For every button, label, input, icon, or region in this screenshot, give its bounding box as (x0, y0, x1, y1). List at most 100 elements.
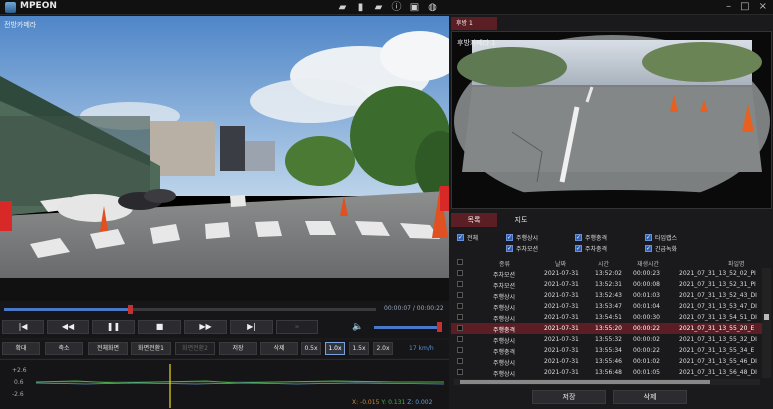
table-row[interactable]: 주차모션 2021-07-31 13:52:31 00:00:08 2021_07_31… (451, 279, 763, 290)
cell-time: 13:53:47 (595, 303, 622, 310)
prev-file-button[interactable]: |◀ (2, 320, 44, 334)
check-icon: ✓ (645, 245, 652, 252)
g-sensor-readout: X: -0.015 Y: 0.131 Z: 0.002 (352, 399, 432, 406)
speed-2-0x-button[interactable]: 2.0x (373, 342, 393, 355)
filter-parking-impact[interactable]: ✓ 주차충격 (575, 244, 607, 253)
cell-type: 주행상시 (493, 316, 516, 323)
close-icon[interactable]: × (759, 1, 767, 12)
table-row[interactable]: 주행상시 2021-07-31 13:55:32 00:00:02 2021_07_31… (451, 334, 763, 345)
speed-1-5x-button[interactable]: 1.5x (349, 342, 369, 355)
seek-bar[interactable] (4, 305, 376, 314)
row-checkbox[interactable] (457, 270, 463, 276)
volume-thumb[interactable] (437, 322, 442, 332)
seek-progress (4, 308, 131, 311)
display-icon[interactable]: ▣ (409, 2, 420, 13)
folder-settings-icon[interactable]: ▰ (373, 2, 384, 13)
table-row[interactable]: 주행상시 2021-07-31 13:55:46 00:01:02 2021_07_31… (451, 356, 763, 367)
tab-map[interactable]: 지도 (497, 213, 545, 227)
tool-row: 확대 축소 전체화면 화면전환1 화면전환2 저장 삭제 0.5x 1.0x 1… (0, 340, 449, 358)
table-row[interactable]: 주행상시 2021-07-31 13:54:51 00:00:30 2021_07_31… (451, 312, 763, 323)
front-camera-view[interactable]: 전방카메라 (0, 16, 449, 301)
g-sensor-graph[interactable]: +2.6 0.6 -2.6 X: -0.015 Y: 0.131 Z: 0.00… (0, 359, 449, 409)
row-checkbox[interactable] (457, 336, 463, 342)
table-row[interactable]: 주차모션 2021-07-31 13:52:02 00:00:23 2021_07_31… (451, 268, 763, 279)
cell-duration: 00:01:05 (633, 369, 660, 376)
screen-switch-1-button[interactable]: 화면전환1 (131, 342, 171, 355)
row-checkbox[interactable] (457, 281, 463, 287)
row-checkbox[interactable] (457, 347, 463, 353)
sd-card-icon[interactable]: ▮ (355, 2, 366, 13)
skip-button[interactable]: » (276, 320, 318, 334)
volume-icon[interactable]: 🔈 (352, 322, 363, 332)
seek-thumb[interactable] (128, 305, 134, 314)
row-checkbox[interactable] (457, 314, 463, 320)
list-tabs: 목록 지도 (451, 213, 772, 227)
fullscreen-button[interactable]: 전체화면 (88, 342, 128, 355)
table-row[interactable]: 주행충격 2021-07-31 13:55:34 00:00:22 2021_07_31… (451, 345, 763, 356)
row-checkbox[interactable] (457, 369, 463, 375)
cell-time: 13:52:02 (595, 270, 622, 277)
tab-rear-1[interactable]: 후방 1 (451, 17, 497, 30)
screen-switch-2-button[interactable]: 화면전환2 (175, 342, 215, 355)
info-icon[interactable]: ⓘ (391, 2, 402, 13)
rewind-button[interactable]: ◀◀ (47, 320, 89, 334)
header-duration[interactable]: 재생시간 (637, 259, 659, 268)
select-all-checkbox[interactable] (457, 259, 463, 265)
check-icon: ✓ (457, 234, 464, 241)
cell-filename: 2021_07_31_13_55_34_E (679, 347, 755, 354)
header-filename[interactable]: 파일명 (728, 259, 745, 268)
next-file-button[interactable]: ▶| (230, 320, 273, 334)
header-time[interactable]: 시간 (598, 259, 609, 268)
cell-type: 주차모션 (493, 283, 516, 290)
y-label-bottom: -2.6 (12, 391, 24, 398)
tab-list[interactable]: 목록 (451, 213, 497, 227)
save-button[interactable]: 저장 (219, 342, 257, 355)
row-checkbox[interactable] (457, 303, 463, 309)
file-table: 종류 날짜 시간 재생시간 파일명 주차모션 2021-07-31 13:52:02… (451, 257, 771, 379)
cell-type: 주행충격 (493, 349, 516, 356)
stop-button[interactable]: ■ (138, 320, 181, 334)
time-readout: 00:00:07 / 00:00:22 (384, 305, 444, 312)
filter-timelapse[interactable]: ✓ 타임랩스 (645, 233, 677, 242)
header-date[interactable]: 날짜 (555, 259, 566, 268)
table-row[interactable]: 주행상시 2021-07-31 13:56:48 00:01:05 2021_07_31… (451, 367, 763, 378)
row-checkbox[interactable] (457, 292, 463, 298)
zoom-in-button[interactable]: 확대 (2, 342, 40, 355)
filter-emergency[interactable]: ✓ 긴급녹화 (645, 244, 677, 253)
delete-button[interactable]: 삭제 (260, 342, 298, 355)
volume-slider[interactable] (374, 326, 440, 329)
list-delete-button[interactable]: 삭제 (613, 390, 687, 404)
rear-camera-image (452, 32, 771, 208)
maximize-icon[interactable]: □ (740, 1, 749, 12)
filter-parking-motion[interactable]: ✓ 주차모션 (506, 244, 538, 253)
table-row[interactable]: 주행충격 2021-07-31 13:55:20 00:00:22 2021_07_31… (451, 323, 763, 334)
scroll-thumb[interactable] (460, 380, 710, 384)
cell-filename: 2021_07_31_13_53_47_DI (679, 303, 757, 310)
rear-camera-view[interactable]: 후방카메라 1 (451, 31, 772, 209)
filter-driving-normal[interactable]: ✓ 주행상시 (506, 233, 538, 242)
filter-all[interactable]: ✓ 전체 (457, 233, 478, 242)
vertical-scrollbar[interactable] (762, 268, 771, 378)
cell-date: 2021-07-31 (544, 270, 579, 277)
check-icon: ✓ (506, 245, 513, 252)
speed-0-5x-button[interactable]: 0.5x (301, 342, 321, 355)
table-row[interactable]: 주행상시 2021-07-31 13:53:47 00:01:04 2021_07_31… (451, 301, 763, 312)
row-checkbox[interactable] (457, 325, 463, 331)
folder-icon[interactable]: ▰ (337, 2, 348, 13)
speed-1-0x-button[interactable]: 1.0x (325, 342, 345, 355)
seek-row: 00:00:07 / 00:00:22 (0, 301, 449, 318)
header-type[interactable]: 종류 (499, 259, 510, 268)
list-save-button[interactable]: 저장 (532, 390, 606, 404)
zoom-out-button[interactable]: 축소 (45, 342, 83, 355)
horizontal-scrollbar[interactable] (454, 379, 760, 385)
row-checkbox[interactable] (457, 358, 463, 364)
pause-button[interactable]: ❚❚ (92, 320, 135, 334)
minimize-icon[interactable]: – (726, 1, 731, 12)
table-row[interactable]: 주행상시 2021-07-31 13:52:43 00:01:03 2021_07_31… (451, 290, 763, 301)
cell-time: 13:52:43 (595, 292, 622, 299)
scroll-thumb[interactable] (764, 314, 769, 320)
filter-driving-impact[interactable]: ✓ 주행충격 (575, 233, 607, 242)
globe-icon[interactable]: ◍ (427, 2, 438, 13)
cell-duration: 00:01:04 (633, 303, 660, 310)
forward-button[interactable]: ▶▶ (184, 320, 227, 334)
